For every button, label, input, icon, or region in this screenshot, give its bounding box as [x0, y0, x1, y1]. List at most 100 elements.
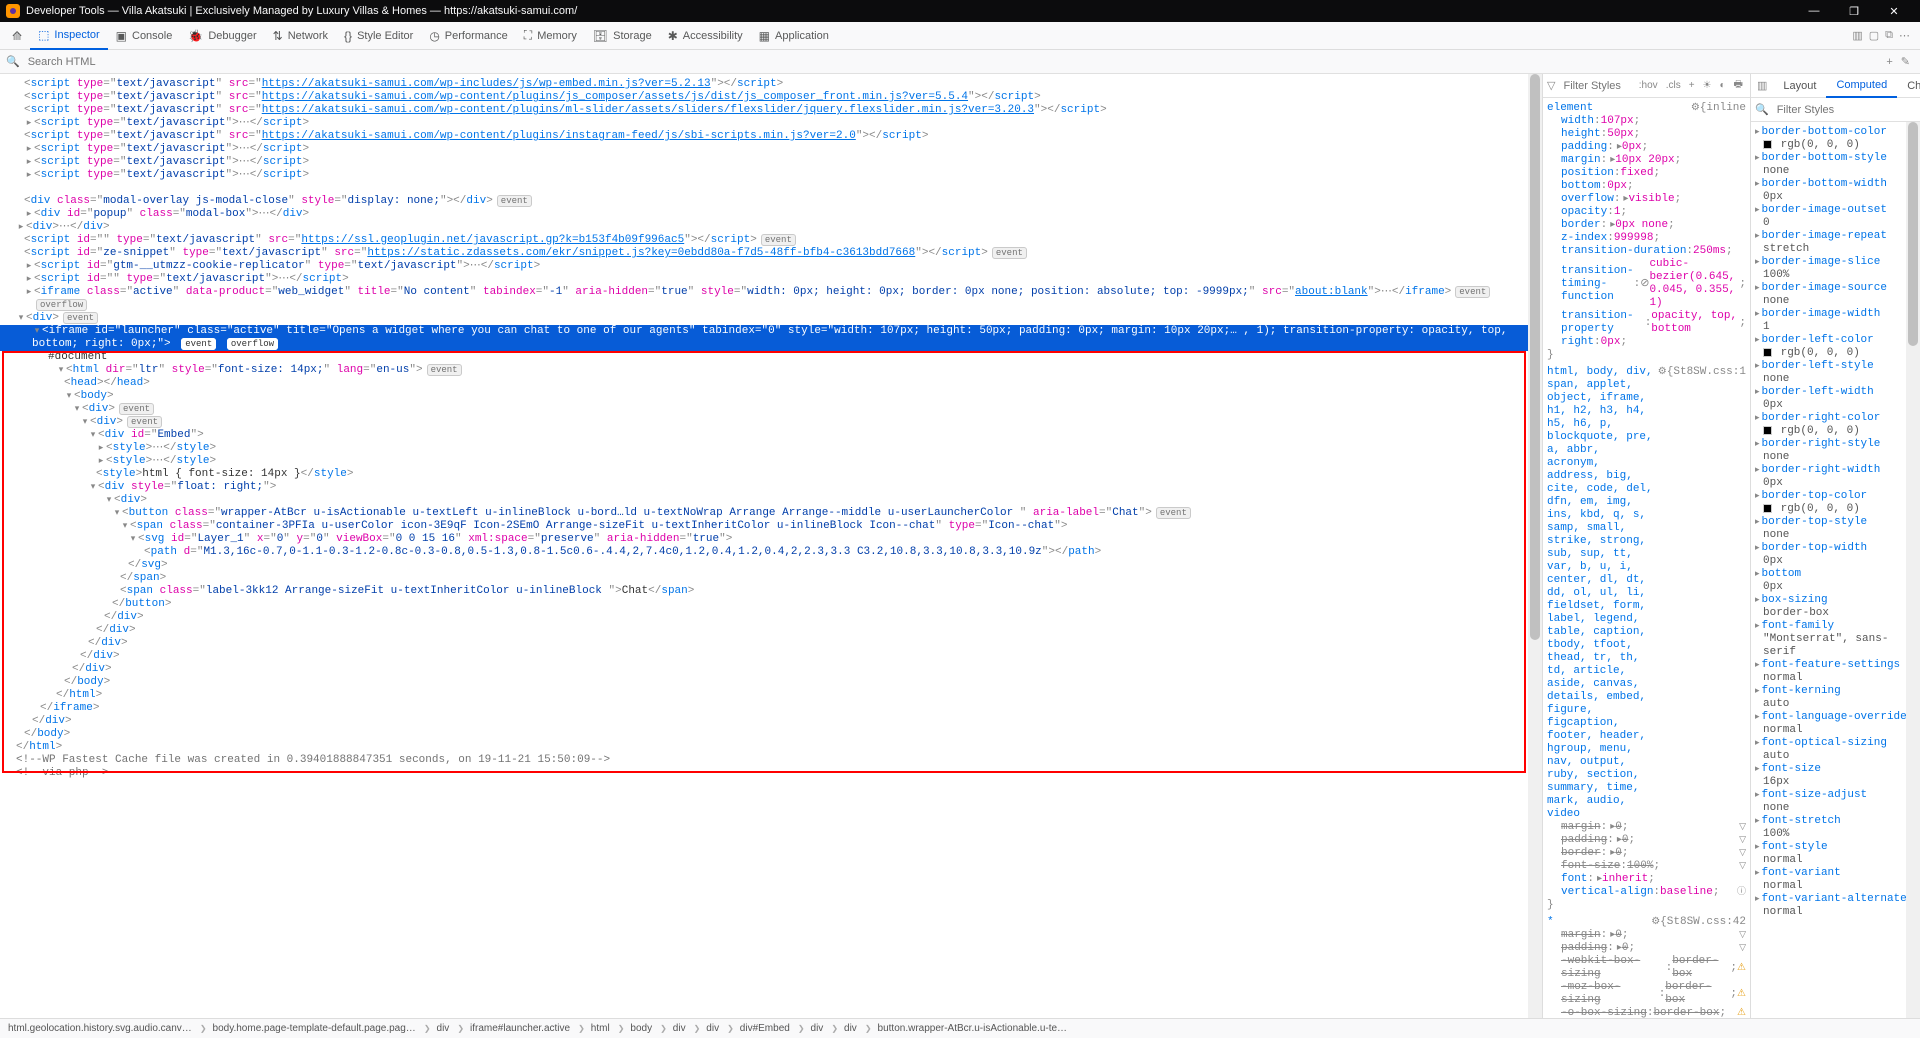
css-declaration[interactable]: border: ▸ 0px none;	[1547, 219, 1746, 232]
css-declaration[interactable]: z-index: 999998;	[1547, 232, 1746, 245]
dom-node[interactable]: </button>	[0, 598, 1542, 611]
dom-node[interactable]: #document	[0, 351, 1542, 364]
dom-node[interactable]: <style>⋯</style>	[0, 455, 1542, 468]
event-badge[interactable]: event	[761, 234, 796, 246]
css-declaration[interactable]: transition-timing-function: ⊘ cubic-bezi…	[1547, 258, 1746, 310]
dom-node[interactable]: <body>	[0, 390, 1542, 403]
expander-icon[interactable]	[112, 507, 122, 520]
css-declaration[interactable]: margin: ▸ 10px 20px;	[1547, 154, 1746, 167]
breadcrumb-item[interactable]: div#Embed	[723, 1023, 794, 1034]
dom-node[interactable]: <script id="" type="text/javascript" src…	[0, 234, 1542, 247]
tab-accessibility[interactable]: ✱Accessibility	[660, 22, 751, 50]
filter-icon[interactable]: ▽	[1739, 942, 1746, 955]
dom-node[interactable]: <span class="label-3kk12 Arrange-sizeFit…	[0, 585, 1542, 598]
expander-icon[interactable]	[24, 169, 34, 182]
hov-toggle[interactable]: :hov	[1636, 80, 1661, 91]
computed-property[interactable]: ▸bottom0px	[1755, 568, 1916, 594]
breadcrumb-item[interactable]: html	[574, 1023, 614, 1034]
pick-element-button[interactable]: ⟰	[4, 22, 30, 50]
computed-property[interactable]: ▸border-right-width0px	[1755, 464, 1916, 490]
expander-icon[interactable]	[120, 520, 130, 533]
dom-node[interactable]: <div>⋯</div>	[0, 221, 1542, 234]
dom-node[interactable]: </span>	[0, 572, 1542, 585]
dom-node[interactable]: </div>	[0, 624, 1542, 637]
css-declaration[interactable]: height: 50px;	[1547, 128, 1746, 141]
computed-property[interactable]: ▸border-top-width0px	[1755, 542, 1916, 568]
minimize-button[interactable]: —	[1794, 5, 1834, 17]
event-badge[interactable]: event	[127, 416, 162, 428]
dom-node[interactable]: <script type="text/javascript" src="http…	[0, 104, 1542, 117]
computed-property[interactable]: ▸border-left-stylenone	[1755, 360, 1916, 386]
dom-node[interactable]: <div style="float: right;">	[0, 481, 1542, 494]
filter-icon[interactable]: ▽	[1739, 847, 1746, 860]
css-declaration[interactable]: transition-duration: 250ms;	[1547, 245, 1746, 258]
expander-icon[interactable]	[24, 156, 34, 169]
expander-icon[interactable]	[24, 286, 34, 299]
expander-icon[interactable]	[72, 403, 82, 416]
css-declaration[interactable]: border: ▸ 0;▽	[1547, 847, 1746, 860]
computed-property[interactable]: ▸border-left-width0px	[1755, 386, 1916, 412]
html-search-input[interactable]	[24, 54, 1883, 70]
dom-node[interactable]: </iframe>	[0, 702, 1542, 715]
css-declaration[interactable]: -moz-box-sizing: border-box;⚠	[1547, 981, 1746, 1007]
computed-property[interactable]: ▸font-stylenormal	[1755, 841, 1916, 867]
dom-node[interactable]: <script type="text/javascript">⋯</script…	[0, 117, 1542, 130]
computed-property[interactable]: ▸border-left-color rgb(0, 0, 0)	[1755, 334, 1916, 360]
css-declaration[interactable]: vertical-align: baseline;ⓘ	[1547, 886, 1746, 899]
expander-icon[interactable]	[16, 221, 26, 234]
rules-filter-input[interactable]	[1563, 80, 1627, 92]
dom-node[interactable]: <iframe class="active" data-product="web…	[0, 286, 1542, 299]
dom-node[interactable]: <!--via php-->	[0, 767, 1542, 780]
css-declaration[interactable]: bottom: 0px;	[1547, 180, 1746, 193]
dom-node[interactable]: <iframe id="launcher" class="active" tit…	[0, 325, 1542, 338]
dom-node[interactable]: <span class="container-3PFIa u-userColor…	[0, 520, 1542, 533]
dom-node[interactable]: <path d="M1.3,16c-0.7,0-1.1-0.3-1.2-0.8c…	[0, 546, 1542, 559]
dom-node[interactable]: <script type="text/javascript">⋯</script…	[0, 156, 1542, 169]
computed-property[interactable]: ▸border-bottom-color rgb(0, 0, 0)	[1755, 126, 1916, 152]
gear-icon[interactable]: ⚙	[1691, 102, 1700, 115]
computed-property[interactable]: ▸font-family"Montserrat", sans-serif	[1755, 620, 1916, 659]
dom-node[interactable]: <div class="modal-overlay js-modal-close…	[0, 195, 1542, 208]
css-declaration[interactable]: padding: ▸ 0;▽	[1547, 942, 1746, 955]
breadcrumb-item[interactable]: iframe#launcher.active	[453, 1023, 574, 1034]
dom-node[interactable]: <script id="gtm-__utmzz-cookie-replicato…	[0, 260, 1542, 273]
tab-style-editor[interactable]: {}Style Editor	[336, 22, 421, 50]
event-badge[interactable]: event	[497, 195, 532, 207]
dom-node[interactable]: </div>	[0, 637, 1542, 650]
event-badge[interactable]: event	[181, 338, 216, 350]
dom-node[interactable]: </div>	[0, 650, 1542, 663]
color-swatch[interactable]	[1763, 140, 1772, 149]
computed-property[interactable]: ▸border-image-outset0	[1755, 204, 1916, 230]
dom-node[interactable]: <style>html { font-size: 14px }</style>	[0, 468, 1542, 481]
dom-node[interactable]: <div>event	[0, 403, 1542, 416]
expander-icon[interactable]	[104, 494, 114, 507]
event-badge[interactable]: event	[427, 364, 462, 376]
expander-icon[interactable]	[56, 364, 66, 377]
css-declaration[interactable]: right: 0px;	[1547, 336, 1746, 349]
dom-node[interactable]: bottom; right: 0px;"> event overflow	[0, 338, 1542, 351]
breadcrumb-item[interactable]: div	[827, 1023, 861, 1034]
dom-node[interactable]: <div>event	[0, 312, 1542, 325]
tab-console[interactable]: ▣Console	[108, 22, 181, 50]
css-declaration[interactable]: padding: ▸ 0;▽	[1547, 834, 1746, 847]
css-declaration[interactable]: overflow: ▸ visible;	[1547, 193, 1746, 206]
css-declaration[interactable]: margin: ▸ 0;▽	[1547, 929, 1746, 942]
dom-node[interactable]: <script id="" type="text/javascript">⋯</…	[0, 273, 1542, 286]
expander-icon[interactable]	[24, 117, 34, 130]
info-icon[interactable]: ⓘ	[1737, 886, 1746, 899]
dom-node[interactable]: </body>	[0, 676, 1542, 689]
expander-icon[interactable]	[16, 312, 26, 325]
computed-property[interactable]: ▸border-image-slice100%	[1755, 256, 1916, 282]
computed-property[interactable]: ▸font-optical-sizingauto	[1755, 737, 1916, 763]
dom-node[interactable]: <svg id="Layer_1" x="0" y="0" viewBox="0…	[0, 533, 1542, 546]
expander-icon[interactable]	[24, 260, 34, 273]
breadcrumb-item[interactable]: div	[656, 1023, 690, 1034]
event-badge[interactable]: event	[992, 247, 1027, 259]
tab-application[interactable]: ▦Application	[751, 22, 837, 50]
expander-icon[interactable]	[24, 208, 34, 221]
dom-node[interactable]: <script type="text/javascript" src="http…	[0, 78, 1542, 91]
dom-node[interactable]: <div>event	[0, 416, 1542, 429]
expander-icon[interactable]	[24, 273, 34, 286]
event-badge[interactable]: event	[1455, 286, 1490, 298]
tab-performance[interactable]: ◷Performance	[421, 22, 515, 50]
